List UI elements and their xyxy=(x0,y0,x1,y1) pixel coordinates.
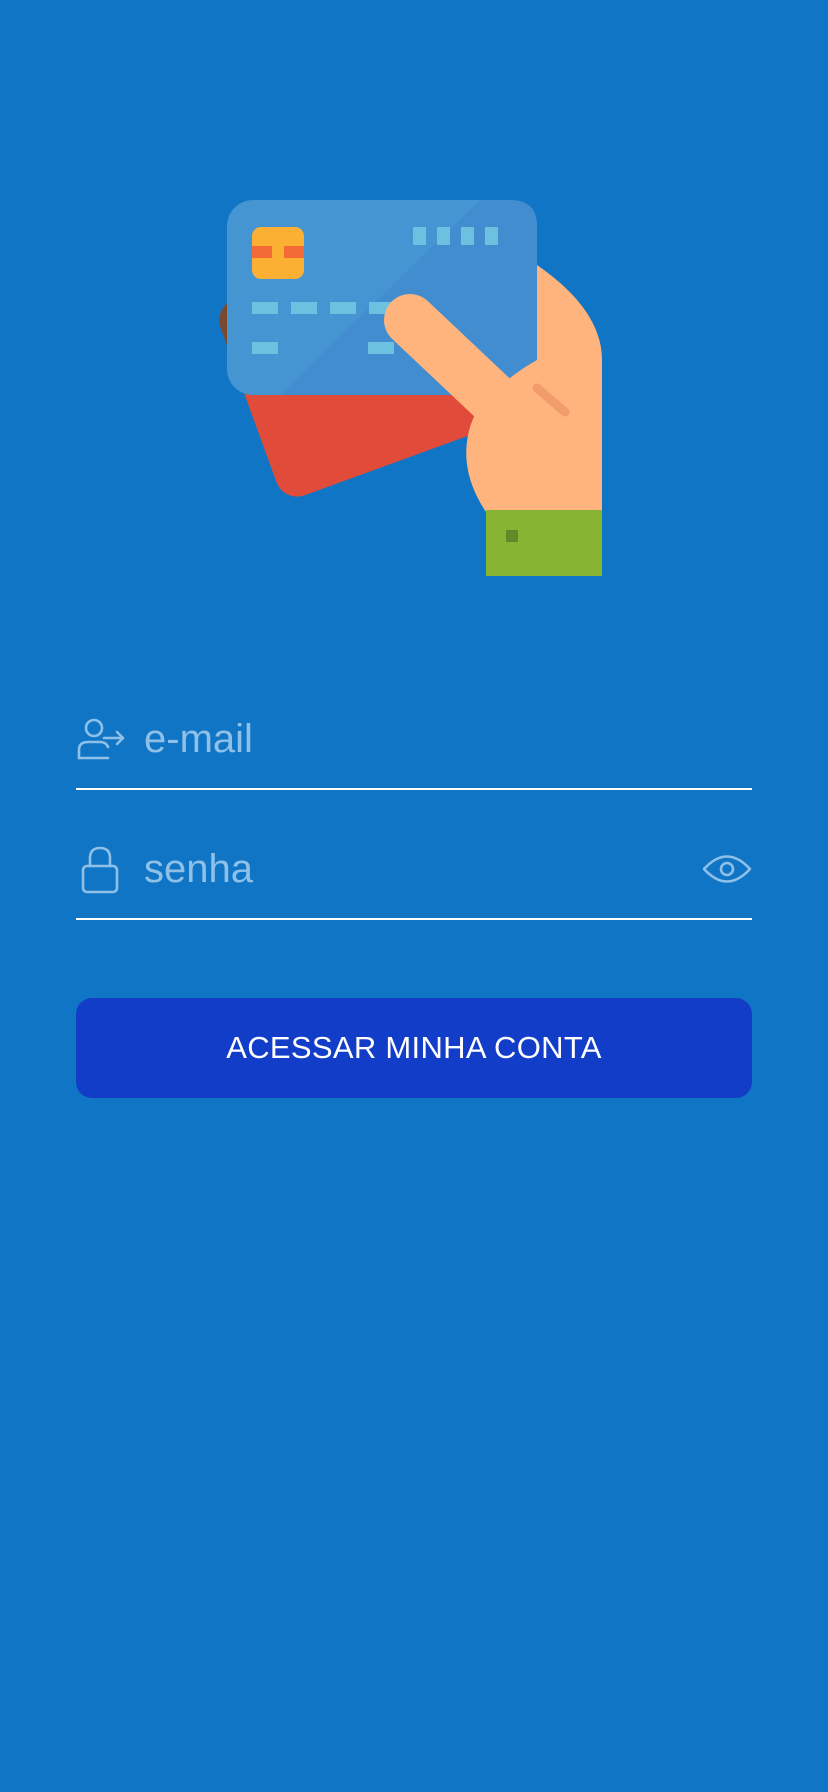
password-field xyxy=(76,830,752,920)
login-screen: ACESSAR MINHA CONTA xyxy=(0,0,828,1792)
user-arrow-icon xyxy=(77,718,125,760)
email-input[interactable] xyxy=(144,708,664,770)
eye-icon[interactable] xyxy=(702,844,752,894)
login-button[interactable]: ACESSAR MINHA CONTA xyxy=(76,998,752,1098)
lock-icon xyxy=(81,846,119,894)
email-field xyxy=(76,700,752,790)
hand-holding-credit-cards-illustration xyxy=(219,200,602,576)
password-input[interactable] xyxy=(144,838,664,900)
